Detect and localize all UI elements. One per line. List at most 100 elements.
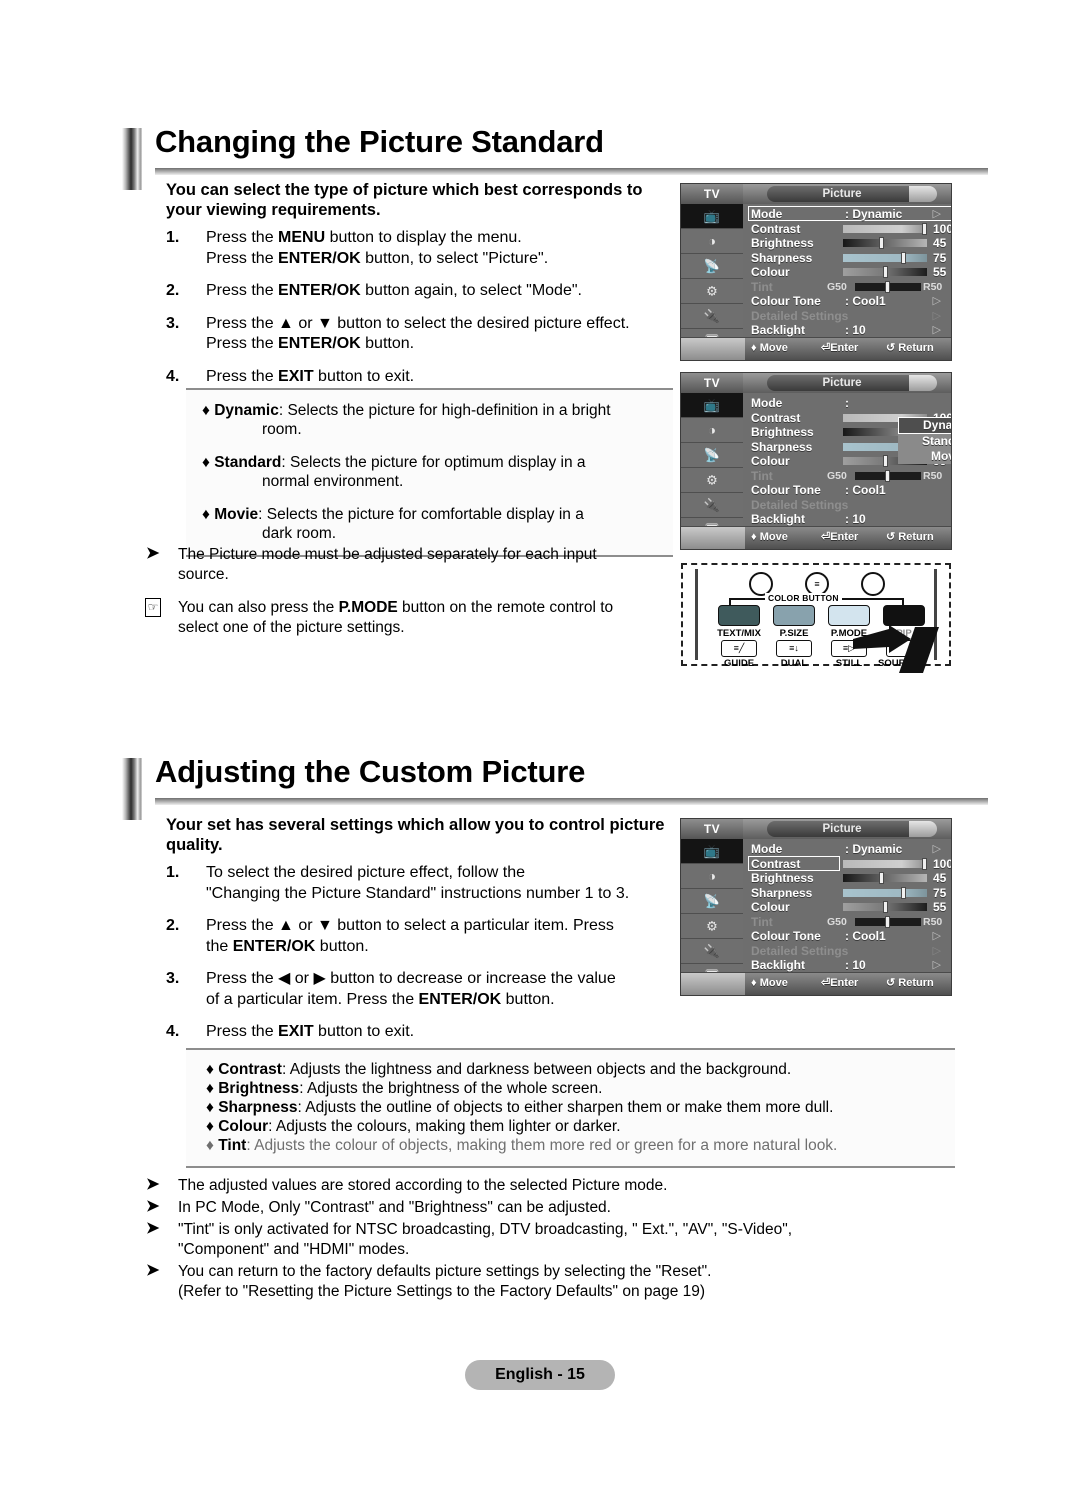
definition-term: Movie	[214, 506, 259, 523]
osd-row-sharpness[interactable]: Sharpness 75	[749, 251, 946, 266]
sidebar-item-sound[interactable]: ◑	[681, 864, 743, 889]
slider-knob[interactable]	[885, 280, 890, 293]
osd-row-backlight[interactable]: Backlight : 10	[749, 512, 945, 527]
osd-row-mode[interactable]: Mode : Dynamic ▷	[748, 206, 951, 222]
channel-icon: 📡	[703, 258, 721, 274]
osd-picture-menu-1[interactable]: TV Picture 📺 ◑ 📡 ⚙ 🔌 🖥 Mode : Dynamic ▷ …	[680, 183, 952, 361]
note-line-1: The adjusted values are stored according…	[178, 1177, 668, 1194]
note-line-1: "Tint" is only activated for NTSC broadc…	[178, 1221, 793, 1238]
sidebar-item-picture[interactable]: 📺	[681, 204, 743, 229]
sidebar-item-input[interactable]: 🔌	[681, 939, 743, 964]
dropdown-option-dynamic[interactable]: Dynamic	[898, 417, 951, 434]
osd-picture-menu-2[interactable]: TV Picture 📺 ◑ 📡 ⚙ 🔌 🖥 Mode : Contrast 1…	[680, 372, 952, 550]
osd-row-contrast[interactable]: Contrast 100	[748, 855, 951, 872]
osd-row-detailed-settings[interactable]: Detailed Settings ▷	[749, 944, 945, 959]
osd-row-detailed-settings[interactable]: Detailed Settings	[749, 498, 945, 513]
slider-knob[interactable]	[879, 237, 884, 249]
return-hint: ↺ Return	[886, 342, 934, 354]
osd-row-colour-tone[interactable]: Colour Tone : Cool1 ▷	[749, 929, 945, 944]
chevron-right-icon: ▷	[932, 208, 941, 220]
sharpness-slider[interactable]	[843, 886, 927, 899]
slider-knob[interactable]	[922, 857, 927, 870]
osd-row-backlight[interactable]: Backlight : 10 ▷	[749, 958, 945, 973]
sidebar-item-sound[interactable]: ◑	[681, 418, 743, 443]
osd-row-backlight[interactable]: Backlight : 10 ▷	[749, 323, 945, 338]
osd-row-colour[interactable]: Colour 55	[749, 900, 946, 915]
osd-tab-picture[interactable]: Picture	[767, 375, 917, 391]
section-2-steps: 1. To select the desired picture effect,…	[166, 863, 671, 1055]
return-hint: ↺ Return	[886, 977, 934, 989]
osd-row-colour[interactable]: Colour 55	[749, 265, 946, 280]
osd-tab-picture[interactable]: Picture	[767, 186, 917, 202]
dual-key[interactable]: ≡↓	[776, 640, 812, 657]
sound-icon: ◑	[708, 422, 716, 438]
osd-row-brightness[interactable]: Brightness 45	[749, 871, 946, 886]
step-line-1: Press the ▲ or ▼ button to select the de…	[206, 314, 630, 332]
tint-left-label: G50	[827, 469, 847, 482]
osd-row-detailed-settings[interactable]: Detailed Settings ▷	[749, 309, 945, 324]
slider-track	[843, 253, 927, 262]
sidebar-item-setup[interactable]: ⚙	[681, 468, 743, 493]
tint-slider[interactable]	[855, 915, 921, 928]
osd-row-colour-tone[interactable]: Colour Tone : Cool1	[749, 483, 945, 498]
osd-label: Tint	[751, 914, 773, 929]
dropdown-option-movie[interactable]: Movie	[898, 449, 951, 464]
osd-label: Contrast	[751, 221, 801, 236]
sidebar-item-sound[interactable]: ◑	[681, 229, 743, 254]
osd-row-tint[interactable]: Tint G50 R50	[749, 915, 945, 930]
brightness-slider[interactable]	[843, 237, 927, 249]
sidebar-item-input[interactable]: 🔌	[681, 304, 743, 329]
contrast-slider[interactable]	[843, 222, 927, 235]
guide-key[interactable]: ≡╱	[721, 640, 757, 657]
tint-slider[interactable]	[855, 280, 921, 293]
osd-row-tint[interactable]: Tint G50 R50	[749, 469, 945, 484]
channel-icon: 📡	[703, 447, 721, 463]
color-button-text-mix[interactable]	[718, 605, 760, 626]
osd-row-mode[interactable]: Mode :	[749, 396, 945, 411]
osd-row-sharpness[interactable]: Sharpness 75	[749, 886, 946, 901]
osd-tab-picture[interactable]: Picture	[767, 821, 917, 837]
slider-knob[interactable]	[922, 222, 927, 235]
colour-slider[interactable]	[843, 901, 927, 913]
sidebar-item-channel[interactable]: 📡	[681, 443, 743, 468]
slider-knob[interactable]	[883, 266, 888, 278]
slider-knob[interactable]	[901, 251, 906, 264]
sidebar-item-setup[interactable]: ⚙	[681, 279, 743, 304]
color-button-p-size[interactable]	[773, 605, 815, 626]
definition-cont: normal environment.	[262, 473, 404, 490]
tint-slider[interactable]	[855, 469, 921, 482]
slider-knob[interactable]	[885, 469, 890, 482]
osd-row-tint[interactable]: Tint G50 R50	[749, 280, 945, 295]
color-button-pip[interactable]	[883, 605, 925, 626]
sidebar-item-input[interactable]: 🔌	[681, 493, 743, 518]
slider-knob[interactable]	[901, 886, 906, 899]
osd-rows: Mode : Dynamic ▷ Contrast 100 Brightness	[743, 839, 951, 986]
sidebar-item-picture[interactable]: 📺	[681, 393, 743, 418]
step-line-2: of a particular item. Press the ENTER/OK…	[206, 990, 555, 1008]
dropdown-option-standard[interactable]: Standard	[898, 434, 951, 449]
sidebar-item-picture[interactable]: 📺	[681, 839, 743, 864]
step-number: 2.	[166, 282, 180, 299]
bracket-tick	[902, 598, 904, 605]
mode-dropdown[interactable]: Dynamic Standard Movie	[898, 417, 951, 464]
sharpness-slider[interactable]	[843, 251, 927, 264]
osd-row-contrast[interactable]: Contrast 100	[749, 221, 951, 237]
slider-knob[interactable]	[879, 872, 884, 884]
slider-knob[interactable]	[885, 915, 890, 928]
osd-row-brightness[interactable]: Brightness 45	[749, 236, 946, 251]
sidebar-item-setup[interactable]: ⚙	[681, 914, 743, 939]
contrast-slider[interactable]	[843, 857, 927, 870]
slider-knob[interactable]	[883, 455, 888, 467]
osd-picture-menu-3[interactable]: TV Picture 📺 ◑ 📡 ⚙ 🔌 🖥 Mode : Dynamic ▷ …	[680, 818, 952, 996]
remote-round-button-right[interactable]	[861, 572, 885, 596]
osd-row-colour-tone[interactable]: Colour Tone : Cool1 ▷	[749, 294, 945, 309]
brightness-slider[interactable]	[843, 872, 927, 884]
step-number: 3.	[166, 314, 180, 332]
color-button-p-mode[interactable]	[828, 605, 870, 626]
sidebar-item-channel[interactable]: 📡	[681, 889, 743, 914]
osd-row-mode[interactable]: Mode : Dynamic ▷	[749, 842, 945, 857]
sidebar-item-channel[interactable]: 📡	[681, 254, 743, 279]
slider-knob[interactable]	[883, 901, 888, 913]
chevron-right-icon: ▷	[932, 930, 941, 942]
colour-slider[interactable]	[843, 266, 927, 278]
